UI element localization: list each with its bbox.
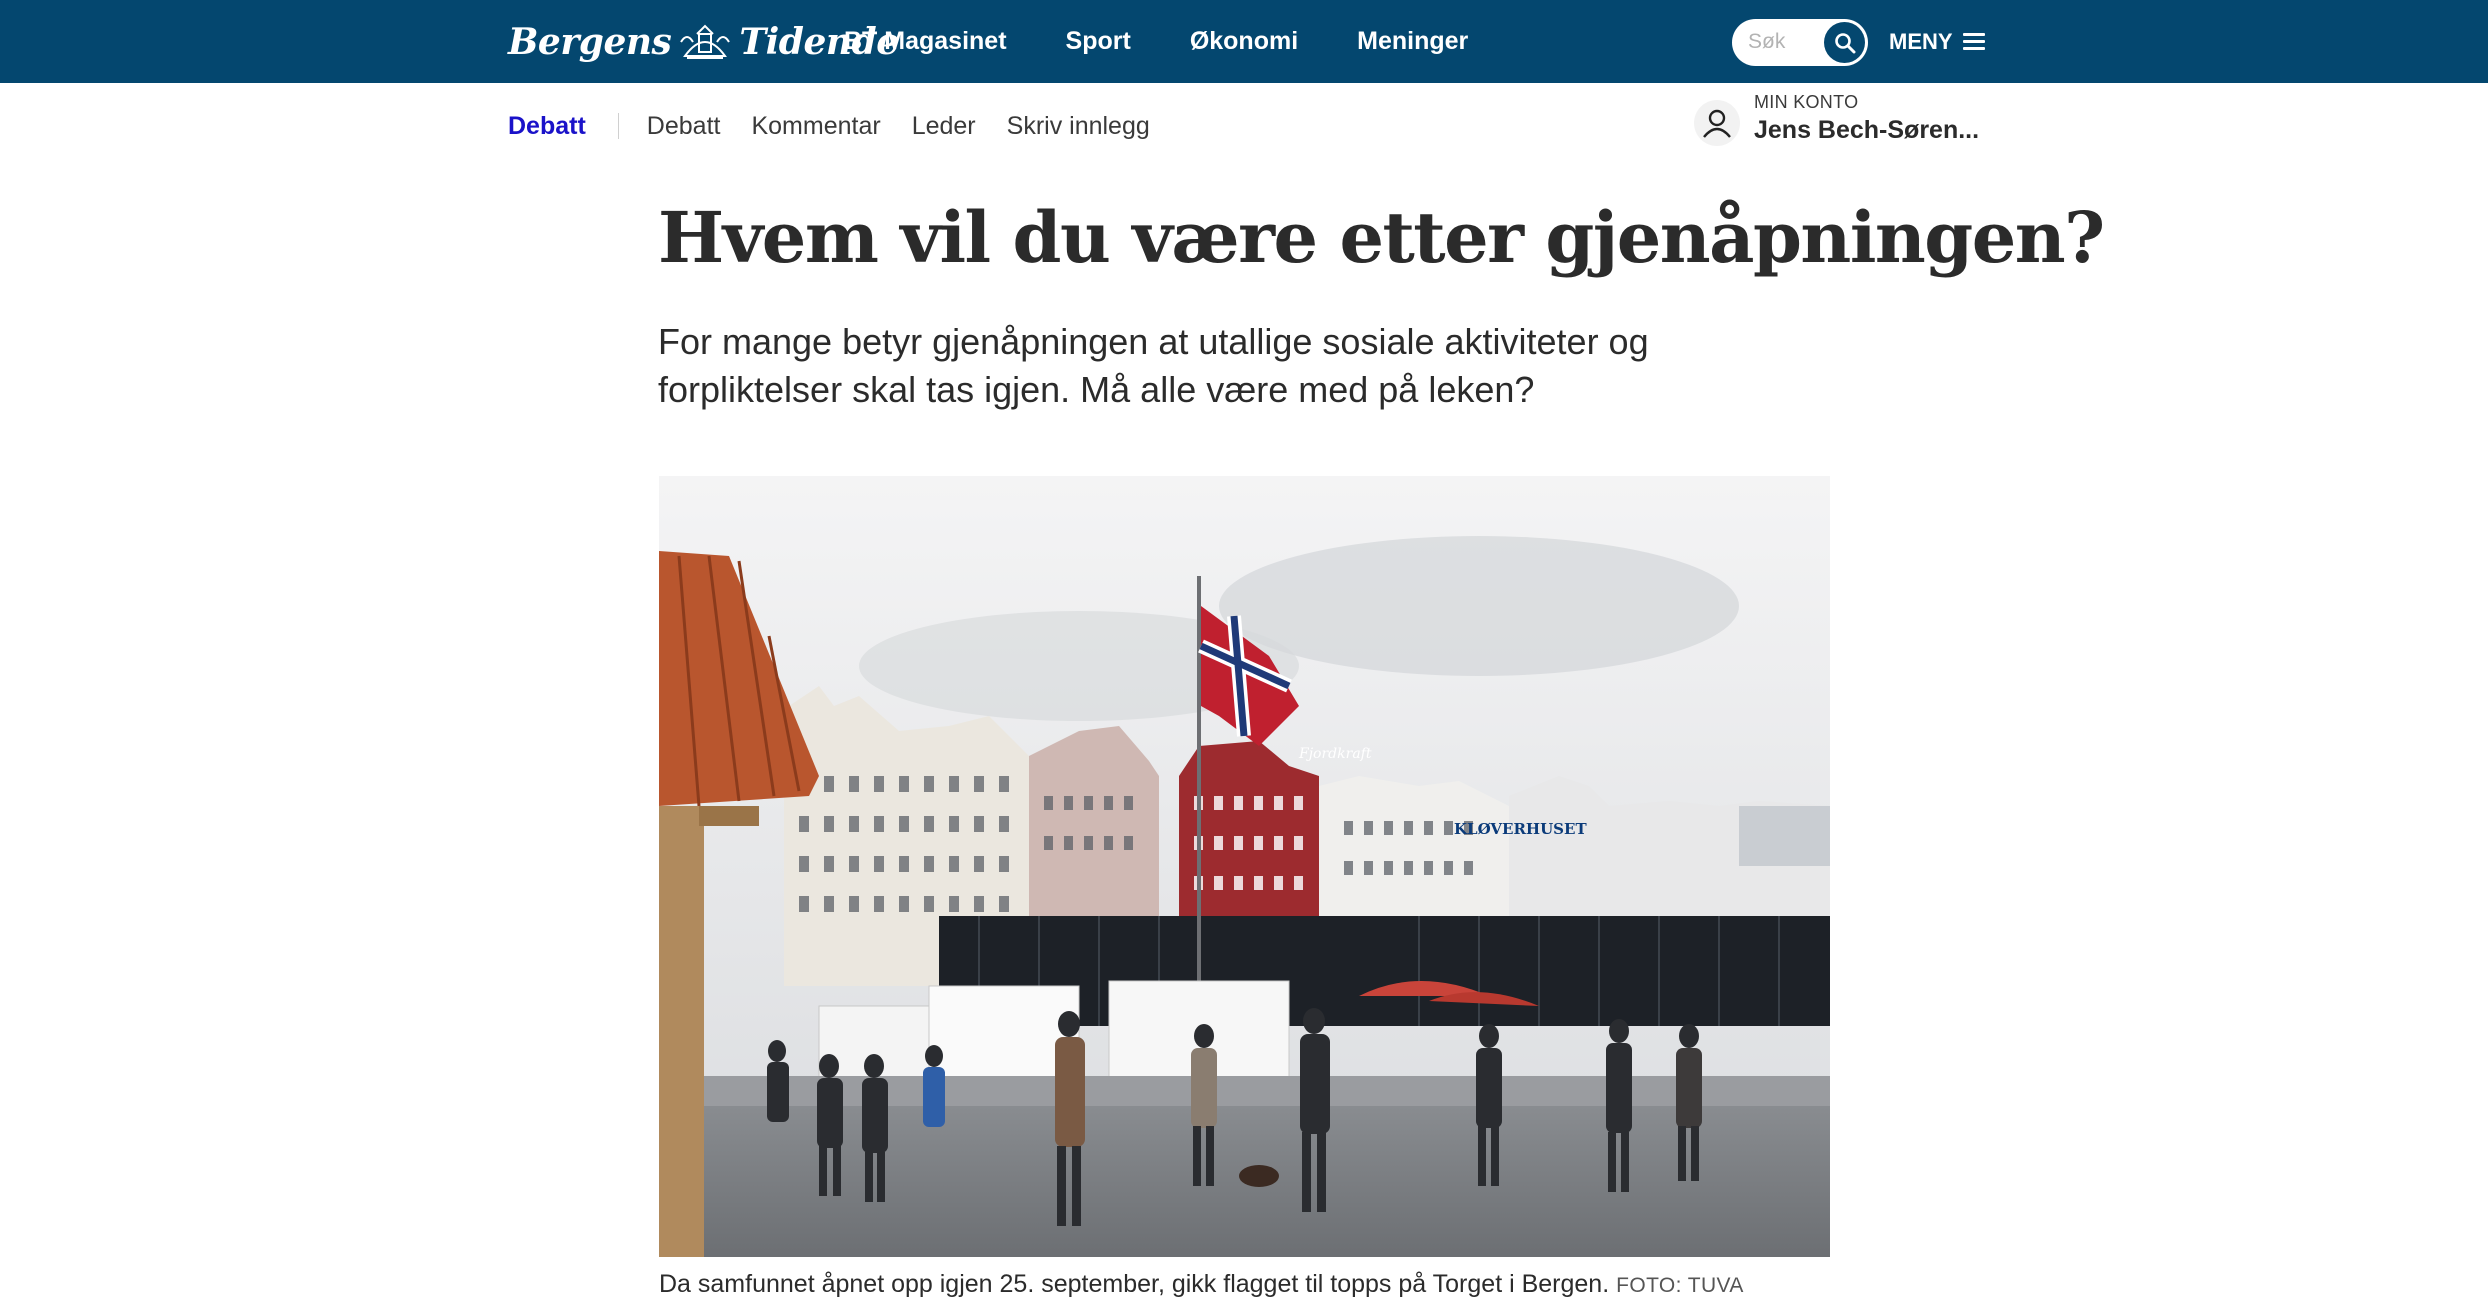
divider: [617, 113, 619, 139]
nav-meninger[interactable]: Meninger: [1357, 27, 1468, 56]
search-icon: [1834, 32, 1855, 53]
article-title: Hvem vil du være etter gjenåpningen?: [658, 196, 2105, 279]
torget-bergen-photo: Fjordkraft KLØVERHUSET: [659, 476, 1830, 1257]
fjordkraft-sign: Fjordkraft: [1298, 746, 1372, 762]
account-link[interactable]: MIN KONTO Jens Bech-Søren...: [1690, 90, 1990, 160]
subnav-item-leder[interactable]: Leder: [912, 112, 976, 141]
hamburger-icon: [1962, 32, 1985, 51]
section-title-debatt[interactable]: Debatt: [508, 112, 586, 141]
search-input[interactable]: [1746, 27, 1822, 57]
section-navigation: Debatt Debatt Kommentar Leder Skriv innl…: [508, 83, 1181, 169]
site-logo[interactable]: Bergens Tidende: [508, 16, 899, 68]
logo-text-left: Bergens: [508, 21, 672, 63]
subnav-item-skriv-innlegg[interactable]: Skriv innlegg: [1007, 112, 1150, 141]
account-name: Jens Bech-Søren...: [1754, 116, 1980, 144]
caption-text: Da samfunnet åpnet opp igjen 25. septemb…: [659, 1270, 1610, 1298]
coat-of-arms-icon: [680, 24, 731, 59]
article-lead: For mange betyr gjenåpningen at utallige…: [658, 321, 1649, 410]
search-button[interactable]: [1824, 22, 1865, 63]
subnav-item-debatt[interactable]: Debatt: [647, 112, 721, 141]
top-header: Bergens Tidende BT Magasinet Sport Økono…: [0, 0, 2488, 83]
account-label: MIN KONTO: [1754, 92, 1859, 112]
photo-credit: FOTO: TUVA: [1616, 1274, 1744, 1297]
nav-okonomi[interactable]: Økonomi: [1190, 27, 1298, 56]
nav-sport[interactable]: Sport: [1066, 27, 1131, 56]
photo-caption: Da samfunnet åpnet opp igjen 25. septemb…: [659, 1270, 1859, 1299]
main-navigation: BT Magasinet Sport Økonomi Meninger: [844, 0, 1527, 83]
user-icon: [1703, 109, 1731, 138]
avatar: [1694, 100, 1740, 146]
kloverhuset-sign: KLØVERHUSET: [1454, 820, 1587, 838]
search-box: [1732, 19, 1868, 66]
nav-bt-magasinet[interactable]: BT Magasinet: [844, 27, 1007, 56]
subnav-item-kommentar[interactable]: Kommentar: [751, 112, 880, 141]
menu-label: MENY: [1889, 28, 1953, 54]
menu-button[interactable]: MENY: [1889, 0, 1985, 83]
article-photo[interactable]: Fjordkraft KLØVERHUSET: [659, 476, 1830, 1257]
